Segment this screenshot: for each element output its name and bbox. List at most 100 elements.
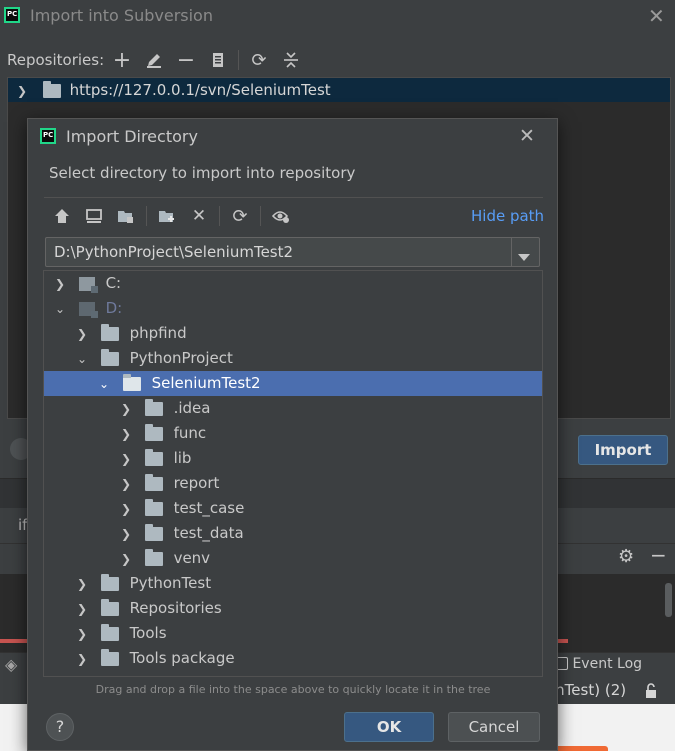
folder-icon (100, 323, 119, 341)
chevron-right-icon[interactable]: ❯ (14, 79, 30, 103)
dropdown-divider (511, 238, 512, 266)
add-icon[interactable]: + (110, 48, 134, 73)
tree-item-func[interactable]: ❯ func (44, 421, 542, 446)
repo-toolbar: + − ⟳ (110, 48, 303, 73)
chevron-right-icon[interactable]: ❯ (118, 497, 134, 522)
ok-button[interactable]: OK (344, 712, 434, 742)
event-log-label: Event Log (572, 656, 643, 672)
folder-icon (144, 448, 163, 466)
chevron-right-icon[interactable]: ❯ (74, 572, 90, 597)
new-folder-icon[interactable] (155, 204, 179, 228)
dialog-subtitle: Select directory to import into reposito… (49, 164, 356, 182)
tree-item-pythontest[interactable]: ❯ PythonTest (44, 571, 542, 596)
tree-item-label: PythonTest (129, 574, 212, 592)
chevron-right-icon[interactable]: ❯ (118, 522, 134, 547)
desktop-icon[interactable] (82, 204, 106, 228)
document-icon[interactable] (206, 48, 230, 72)
folder-icon (122, 373, 141, 391)
tree-item-label: report (173, 474, 220, 492)
chevron-down-icon[interactable] (518, 248, 530, 266)
tree-item-label: Repositories (129, 599, 222, 617)
scrollbar-thumb[interactable] (665, 583, 672, 617)
project-folder-icon[interactable] (114, 204, 138, 228)
tree-item-venv[interactable]: ❯ venv (44, 546, 542, 571)
tree-item-label: test_case (173, 499, 245, 517)
hide-path-link[interactable]: Hide path (471, 207, 544, 225)
chevron-right-icon[interactable]: ❯ (118, 472, 134, 497)
tree-item-tools-package[interactable]: ❯ Tools package (44, 646, 542, 671)
tree-item-label: Tools package (129, 649, 235, 667)
folder-icon (144, 398, 163, 416)
tree-item-label: D: (105, 299, 123, 317)
repo-url: https://127.0.0.1/svn/SeleniumTest (69, 81, 331, 99)
edit-icon[interactable] (142, 48, 166, 72)
help-button[interactable]: ? (46, 713, 74, 741)
import-button[interactable]: Import (578, 435, 668, 465)
folder-icon (144, 523, 163, 541)
tree-item-c-drive[interactable]: ❯ C: (44, 271, 542, 296)
toolbar-separator (219, 206, 220, 226)
drive-icon (78, 276, 98, 293)
tree-item-d-drive[interactable]: ⌄ D: (44, 296, 542, 321)
tree-item-repositories[interactable]: ❯ Repositories (44, 596, 542, 621)
dialog-divider (44, 197, 543, 198)
path-input[interactable] (46, 238, 510, 266)
remove-icon[interactable]: − (174, 48, 198, 73)
chevron-down-icon[interactable]: ⌄ (74, 347, 90, 372)
pycharm-logo-icon: PC (40, 128, 56, 144)
cancel-button[interactable]: Cancel (448, 712, 540, 742)
chevron-right-icon[interactable]: ❯ (74, 622, 90, 647)
folder-icon (100, 648, 119, 666)
tree-item-label: SeleniumTest2 (151, 374, 261, 392)
tree-item-test-case[interactable]: ❯ test_case (44, 496, 542, 521)
chevron-right-icon[interactable]: ❯ (118, 422, 134, 447)
chevron-right-icon[interactable]: ❯ (74, 322, 90, 347)
chevron-right-icon[interactable]: ❯ (118, 447, 134, 472)
tree-item-label: venv (173, 549, 211, 567)
tree-item-idea[interactable]: ❯ .idea (44, 396, 542, 421)
tree-item-report[interactable]: ❯ report (44, 471, 542, 496)
status-text: onTest) (2) (546, 681, 627, 699)
folder-icon (144, 548, 163, 566)
path-combobox[interactable] (45, 237, 540, 267)
repository-row[interactable]: ❯ https://127.0.0.1/svn/SeleniumTest (8, 78, 670, 102)
chevron-down-icon[interactable]: ⌄ (52, 297, 68, 322)
tree-item-pythonproject[interactable]: ⌄ PythonProject (44, 346, 542, 371)
home-icon[interactable] (50, 204, 74, 228)
toolbar-separator (238, 50, 239, 70)
settings-gear-icon[interactable]: ⚙ (618, 546, 634, 567)
minimize-icon[interactable]: − (650, 543, 667, 567)
chevron-right-icon[interactable]: ❯ (118, 397, 134, 422)
outer-close-icon[interactable]: ✕ (648, 4, 665, 28)
chevron-down-icon[interactable]: ⌄ (96, 372, 112, 397)
folder-icon (144, 498, 163, 516)
chevron-right-icon[interactable]: ❯ (52, 272, 68, 297)
error-stripe (0, 639, 28, 643)
tree-item-label: test_data (173, 524, 244, 542)
tree-item-test-data[interactable]: ❯ test_data (44, 521, 542, 546)
tree-item-label: lib (173, 449, 192, 467)
pycharm-logo-icon: PC (4, 7, 20, 23)
folder-icon (100, 573, 119, 591)
outer-window-title: Import into Subversion (30, 6, 213, 25)
layers-icon[interactable]: ◈ (5, 655, 17, 674)
chevron-right-icon[interactable]: ❯ (118, 547, 134, 572)
tree-item-label: PythonProject (129, 349, 233, 367)
event-log-button[interactable]: Event Log (556, 656, 642, 672)
tree-item-seleniumtest2[interactable]: ⌄ SeleniumTest2 (44, 371, 542, 396)
tree-item-lib[interactable]: ❯ lib (44, 446, 542, 471)
folder-icon (42, 80, 61, 98)
refresh-icon[interactable]: ⟳ (228, 204, 252, 228)
collapse-icon[interactable] (279, 48, 303, 72)
refresh-icon[interactable]: ⟳ (247, 48, 271, 72)
folder-icon (100, 598, 119, 616)
chevron-right-icon[interactable]: ❯ (74, 647, 90, 672)
tree-item-tools[interactable]: ❯ Tools (44, 621, 542, 646)
chevron-right-icon[interactable]: ❯ (74, 597, 90, 622)
error-stripe-right (558, 639, 568, 643)
tree-item-label: C: (105, 274, 122, 292)
show-hidden-icon[interactable] (269, 204, 293, 228)
tree-item-phpfind[interactable]: ❯ phpfind (44, 321, 542, 346)
delete-icon[interactable]: ✕ (187, 204, 211, 228)
dialog-close-icon[interactable]: ✕ (519, 125, 535, 147)
